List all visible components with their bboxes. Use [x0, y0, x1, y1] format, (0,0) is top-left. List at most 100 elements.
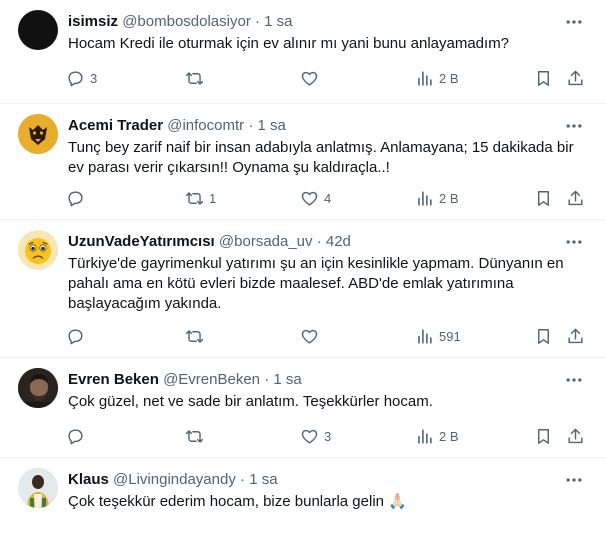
bookmark-button[interactable]	[534, 187, 553, 209]
views-icon	[418, 328, 432, 344]
like-button[interactable]	[300, 67, 324, 89]
reply-button[interactable]: 3	[66, 67, 97, 89]
share-button[interactable]	[566, 67, 585, 89]
like-button[interactable]	[300, 325, 324, 347]
separator-dot: ·	[248, 117, 254, 134]
reply-feed: isimsiz @bombosdolasiyor · 1 sa Hocam Kr…	[0, 0, 606, 553]
share-icon	[568, 328, 583, 343]
avatar[interactable]	[18, 468, 58, 508]
reply-post[interactable]: Evren Beken @EvrenBeken · 1 sa Çok güzel…	[0, 358, 606, 458]
action-bar: 1 4 2 B	[0, 187, 606, 209]
repost-button[interactable]	[185, 425, 209, 447]
avatar[interactable]	[18, 368, 58, 408]
share-icon	[568, 70, 583, 85]
post-header: isimsiz @bombosdolasiyor · 1 sa	[68, 12, 293, 32]
display-name[interactable]: Evren Beken	[68, 371, 159, 388]
bookmark-icon	[538, 190, 549, 206]
heart-icon	[301, 429, 318, 444]
repost-button[interactable]	[185, 67, 209, 89]
post-time[interactable]: 1 sa	[264, 13, 292, 30]
views-count: 2 B	[439, 190, 459, 206]
display-name[interactable]: isimsiz	[68, 13, 118, 30]
post-header: Klaus @Livingindayandy · 1 sa	[68, 470, 278, 490]
reply-button[interactable]	[66, 425, 90, 447]
bookmark-button[interactable]	[534, 425, 553, 447]
post-text: Türkiye'de gayrimenkul yatırımı şu an iç…	[68, 255, 564, 312]
avatar[interactable]	[18, 230, 58, 270]
bookmark-icon	[538, 328, 549, 344]
post-header: UzunVadeYatırımcısı @borsada_uv · 42d	[68, 232, 351, 252]
action-bar: 591	[0, 325, 606, 347]
like-count: 3	[324, 428, 332, 444]
reply-post[interactable]: Acemi Trader @infocomtr · 1 sa Tunç bey …	[0, 104, 606, 220]
views-icon	[418, 190, 432, 206]
reply-post[interactable]: isimsiz @bombosdolasiyor · 1 sa Hocam Kr…	[0, 0, 606, 104]
separator-dot: ·	[316, 233, 322, 250]
share-button[interactable]	[566, 187, 585, 209]
more-icon[interactable]	[564, 12, 584, 32]
repost-icon	[185, 191, 204, 205]
post-header: Acemi Trader @infocomtr · 1 sa	[68, 116, 286, 136]
views-button[interactable]: 2 B	[415, 187, 459, 209]
bookmark-icon	[538, 428, 549, 444]
display-name[interactable]: Acemi Trader	[68, 117, 163, 134]
reply-button[interactable]	[66, 187, 90, 209]
post-header: Evren Beken @EvrenBeken · 1 sa	[68, 370, 302, 390]
post-time[interactable]: 1 sa	[273, 371, 301, 388]
heart-icon	[301, 329, 318, 344]
more-icon[interactable]	[564, 232, 584, 252]
user-handle[interactable]: @bombosdolasiyor	[122, 13, 251, 30]
repost-count: 1	[209, 190, 217, 206]
post-text: Tunç bey zarif naif bir insan adabıyla a…	[68, 139, 574, 176]
user-handle[interactable]: @Livingindayandy	[113, 471, 236, 488]
user-handle[interactable]: @EvrenBeken	[163, 371, 260, 388]
action-bar: 3 2 B	[0, 67, 606, 89]
share-icon	[568, 428, 583, 443]
views-button[interactable]: 2 B	[415, 425, 459, 447]
separator-dot: ·	[264, 371, 270, 388]
reply-button[interactable]	[66, 325, 90, 347]
views-button[interactable]: 591	[415, 325, 461, 347]
views-count: 2 B	[439, 428, 459, 444]
more-icon[interactable]	[564, 116, 584, 136]
user-handle[interactable]: @infocomtr	[167, 117, 244, 134]
post-time[interactable]: 1 sa	[249, 471, 277, 488]
reply-post[interactable]: Klaus @Livingindayandy · 1 sa Çok teşekk…	[0, 458, 606, 553]
views-icon	[418, 70, 432, 86]
repost-button[interactable]	[185, 325, 209, 347]
repost-icon	[185, 329, 204, 343]
reply-icon	[68, 190, 83, 206]
views-button[interactable]: 2 B	[415, 67, 459, 89]
repost-button[interactable]: 1	[185, 187, 216, 209]
views-icon	[418, 428, 432, 444]
more-icon[interactable]	[564, 370, 584, 390]
share-button[interactable]	[566, 325, 585, 347]
reply-post[interactable]: UzunVadeYatırımcısı @borsada_uv · 42d Tü…	[0, 220, 606, 358]
separator-dot: ·	[255, 13, 260, 30]
avatar[interactable]	[18, 10, 58, 50]
reply-icon	[68, 328, 83, 344]
more-icon[interactable]	[564, 470, 584, 490]
views-count: 591	[439, 328, 461, 344]
share-button[interactable]	[566, 425, 585, 447]
post-time[interactable]: 42d	[326, 233, 351, 250]
post-text: Çok teşekkür ederim hocam, bize bunlarla…	[68, 493, 407, 510]
heart-icon	[301, 191, 318, 206]
reply-icon	[68, 70, 83, 86]
user-handle[interactable]: @borsada_uv	[219, 233, 313, 250]
separator-dot: ·	[240, 471, 246, 488]
display-name[interactable]: UzunVadeYatırımcısı	[68, 233, 215, 250]
post-time[interactable]: 1 sa	[257, 117, 285, 134]
display-name[interactable]: Klaus	[68, 471, 109, 488]
reply-icon	[68, 428, 83, 444]
action-bar: 3 2 B	[0, 425, 606, 447]
bookmark-button[interactable]	[534, 67, 553, 89]
share-icon	[568, 190, 583, 205]
post-text: Çok güzel, net ve sade bir anlatım. Teşe…	[68, 393, 433, 410]
like-button[interactable]: 4	[300, 187, 331, 209]
views-count: 2 B	[439, 70, 459, 86]
avatar[interactable]	[18, 114, 58, 154]
bookmark-button[interactable]	[534, 325, 553, 347]
repost-icon	[185, 429, 204, 443]
like-button[interactable]: 3	[300, 425, 331, 447]
